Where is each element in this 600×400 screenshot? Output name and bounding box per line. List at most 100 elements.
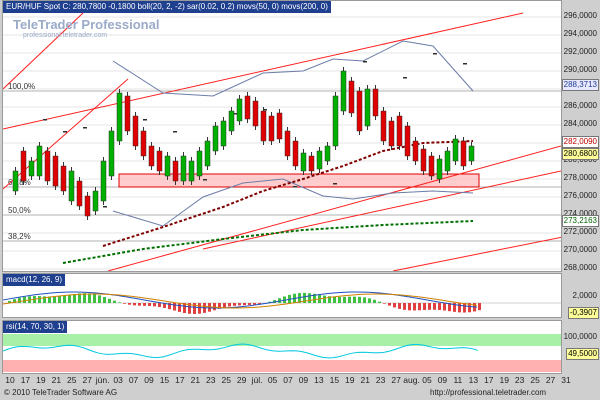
date-tick-label: 15 bbox=[159, 375, 170, 385]
candle-body bbox=[116, 92, 123, 142]
macd-histogram-bar bbox=[198, 303, 201, 314]
rsi-overbought-zone bbox=[3, 334, 561, 346]
candle-body bbox=[36, 145, 43, 177]
macd-histogram-bar bbox=[123, 303, 126, 304]
candle-body bbox=[284, 130, 291, 157]
date-tick-label: 23 bbox=[375, 375, 386, 385]
date-tick-label: 19 bbox=[36, 375, 46, 385]
candle-body bbox=[268, 115, 275, 142]
candle-body bbox=[348, 80, 355, 114]
price-chart-pane[interactable]: EUR/HUF Spot C: 280,7800 -0,1800 boll(20… bbox=[2, 0, 562, 272]
candle-body bbox=[228, 110, 235, 132]
macd-histogram-bar bbox=[88, 293, 91, 303]
date-tick-label: aug. bbox=[403, 375, 420, 385]
macd-histogram-bar bbox=[348, 296, 351, 303]
date-tick-label: 17 bbox=[175, 375, 185, 385]
macd-current-value: -0,3907 bbox=[567, 307, 599, 319]
date-tick-label: 10 bbox=[5, 375, 15, 385]
candle-body bbox=[164, 155, 171, 177]
date-tick-label: 19 bbox=[499, 375, 509, 385]
macd-histogram-bar bbox=[173, 303, 176, 311]
macd-histogram-bar bbox=[373, 299, 376, 303]
macd-histogram-bar bbox=[388, 303, 391, 306]
candle-body bbox=[108, 130, 115, 177]
candle-body bbox=[244, 95, 251, 120]
candle-body bbox=[196, 150, 203, 177]
macd-histogram-bar bbox=[248, 303, 251, 305]
rsi-canvas bbox=[3, 334, 561, 372]
date-tick-label: 25 bbox=[221, 375, 231, 385]
price-tick-label: 270,0000 bbox=[563, 245, 597, 254]
price-value-marker: 273,2163 bbox=[561, 215, 599, 228]
candle-body bbox=[404, 125, 411, 157]
candle-body bbox=[100, 160, 107, 202]
sar-dot bbox=[173, 131, 177, 133]
macd-pane[interactable]: macd(12, 26, 9) bbox=[2, 273, 562, 318]
macd-histogram-bar bbox=[443, 303, 446, 311]
candle-body bbox=[420, 148, 427, 172]
macd-histogram-bar bbox=[413, 303, 416, 311]
candle-body bbox=[12, 170, 19, 192]
candle-body bbox=[356, 90, 363, 132]
rsi-neutral-zone bbox=[3, 346, 561, 360]
candle-body bbox=[84, 195, 91, 217]
sar-dot bbox=[143, 119, 147, 121]
macd-histogram-bar bbox=[148, 303, 151, 307]
macd-histogram-bar bbox=[58, 296, 61, 303]
macd-histogram-bar bbox=[323, 295, 326, 303]
macd-histogram-bar bbox=[428, 303, 431, 310]
candle-body bbox=[76, 180, 83, 207]
date-tick-label: 11 bbox=[453, 375, 463, 385]
price-tick-label: 272,0000 bbox=[563, 227, 597, 236]
footer-url-link[interactable]: http://professional.teletrader.com bbox=[430, 388, 546, 397]
price-tick-label: 294,0000 bbox=[563, 29, 597, 38]
macd-histogram-bar bbox=[68, 294, 71, 303]
rsi-pane[interactable]: rsi(14, 70, 30, 1) bbox=[2, 320, 562, 374]
macd-histogram-bar bbox=[158, 303, 161, 308]
macd-histogram-bar bbox=[433, 303, 436, 310]
candle-body bbox=[132, 115, 139, 147]
candle-body bbox=[436, 158, 443, 180]
price-y-axis: 296,0000294,0000292,0000290,0000288,0000… bbox=[561, 0, 600, 272]
sar-dot bbox=[403, 77, 407, 79]
macd-histogram-bar bbox=[128, 303, 131, 305]
macd-histogram-bar bbox=[438, 303, 441, 311]
date-tick-label: 09 bbox=[144, 375, 154, 385]
price-tick-label: 292,0000 bbox=[563, 47, 597, 56]
rsi-current-value: 49,5000 bbox=[566, 348, 599, 360]
candle-body bbox=[20, 150, 27, 182]
date-tick-label: 25 bbox=[530, 375, 540, 385]
macd-histogram-bar bbox=[423, 303, 426, 310]
macd-histogram-bar bbox=[98, 295, 101, 303]
date-tick-label: 05 bbox=[422, 375, 432, 385]
date-tick-label: 03 bbox=[113, 375, 123, 385]
macd-histogram-bar bbox=[398, 303, 401, 309]
macd-histogram-bar bbox=[223, 303, 226, 308]
macd-histogram-bar bbox=[93, 294, 96, 303]
date-tick-label: 09 bbox=[437, 375, 448, 385]
price-value-marker: 288,3713 bbox=[561, 78, 599, 91]
macd-histogram-bar bbox=[383, 303, 386, 304]
price-value-marker: 280,6800 bbox=[561, 147, 599, 160]
sar-dot bbox=[63, 131, 67, 133]
candle-body bbox=[172, 160, 179, 182]
sar-dot bbox=[43, 119, 47, 121]
candle-body bbox=[148, 145, 155, 167]
macd-histogram-bar bbox=[338, 296, 341, 303]
date-tick-label: jún. bbox=[95, 375, 110, 385]
date-tick-label: 13 bbox=[314, 375, 324, 385]
macd-histogram-bar bbox=[378, 301, 381, 303]
macd-tick-top: 2,0000 bbox=[572, 291, 597, 300]
rsi-y-axis: 100,0000 49,5000 bbox=[563, 320, 600, 374]
macd-histogram-bar bbox=[103, 296, 106, 303]
macd-histogram-bar bbox=[53, 296, 56, 303]
macd-histogram-bar bbox=[343, 296, 346, 303]
candle-body bbox=[212, 125, 219, 152]
macd-histogram-bar bbox=[38, 296, 41, 303]
candle-body bbox=[28, 160, 35, 177]
macd-histogram-bar bbox=[73, 293, 76, 303]
date-tick-label: 15 bbox=[329, 375, 340, 385]
macd-histogram-bar bbox=[143, 303, 146, 306]
macd-histogram-bar bbox=[403, 303, 406, 310]
chart-window: { "main_pane": { "title": "EUR/HUF Spot … bbox=[0, 0, 600, 400]
